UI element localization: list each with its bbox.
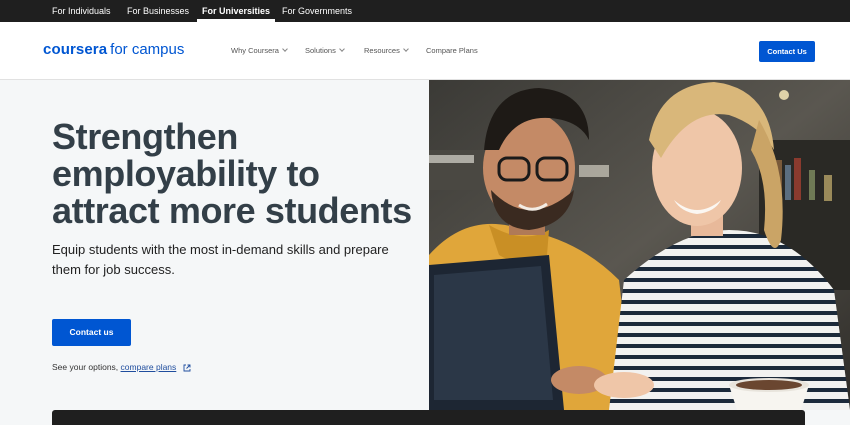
hero-section: Strengthen employability to attract more… xyxy=(0,80,850,425)
video-panel-top xyxy=(52,410,805,425)
logo-sub: for campus xyxy=(110,41,185,58)
topbar-link-businesses[interactable]: For Businesses xyxy=(122,0,194,22)
nav-resources[interactable]: Resources xyxy=(364,44,409,58)
hero-subcopy: Equip students with the most in-demand s… xyxy=(52,242,389,277)
audience-bar: For Individuals For Businesses For Unive… xyxy=(0,0,850,22)
nav-compare-plans-label: Compare Plans xyxy=(426,46,478,55)
nav-solutions[interactable]: Solutions xyxy=(305,44,345,58)
options-prefix: See your options, xyxy=(52,362,119,372)
topbar-link-individuals[interactable]: For Individuals xyxy=(47,0,116,22)
contact-us-hero-button[interactable]: Contact us xyxy=(52,319,131,346)
nav-solutions-label: Solutions xyxy=(305,46,336,55)
hero-photo xyxy=(429,80,850,410)
compare-options-text: See your options, compare plans xyxy=(52,361,191,373)
main-nav: coursera for campus Why Coursera Solution… xyxy=(0,22,850,80)
chevron-down-icon xyxy=(403,46,409,52)
topbar-link-governments[interactable]: For Governments xyxy=(277,0,357,22)
hero-headline: Strengthen employability to attract more… xyxy=(52,116,412,231)
nav-compare-plans[interactable]: Compare Plans xyxy=(426,44,478,58)
hero-text-panel: Strengthen employability to attract more… xyxy=(0,80,429,425)
external-link-icon[interactable] xyxy=(183,364,191,372)
chevron-down-icon xyxy=(339,46,345,52)
compare-plans-link[interactable]: compare plans xyxy=(121,362,177,372)
coursera-logo[interactable]: coursera for campus xyxy=(43,41,184,59)
chevron-down-icon xyxy=(282,46,288,52)
nav-why-coursera[interactable]: Why Coursera xyxy=(231,44,288,58)
contact-us-nav-button[interactable]: Contact Us xyxy=(759,41,815,62)
logo-brand: coursera xyxy=(43,41,108,58)
nav-why-coursera-label: Why Coursera xyxy=(231,46,279,55)
topbar-link-universities[interactable]: For Universities xyxy=(197,0,276,22)
students-laptop-illustration xyxy=(429,80,850,410)
nav-resources-label: Resources xyxy=(364,46,400,55)
